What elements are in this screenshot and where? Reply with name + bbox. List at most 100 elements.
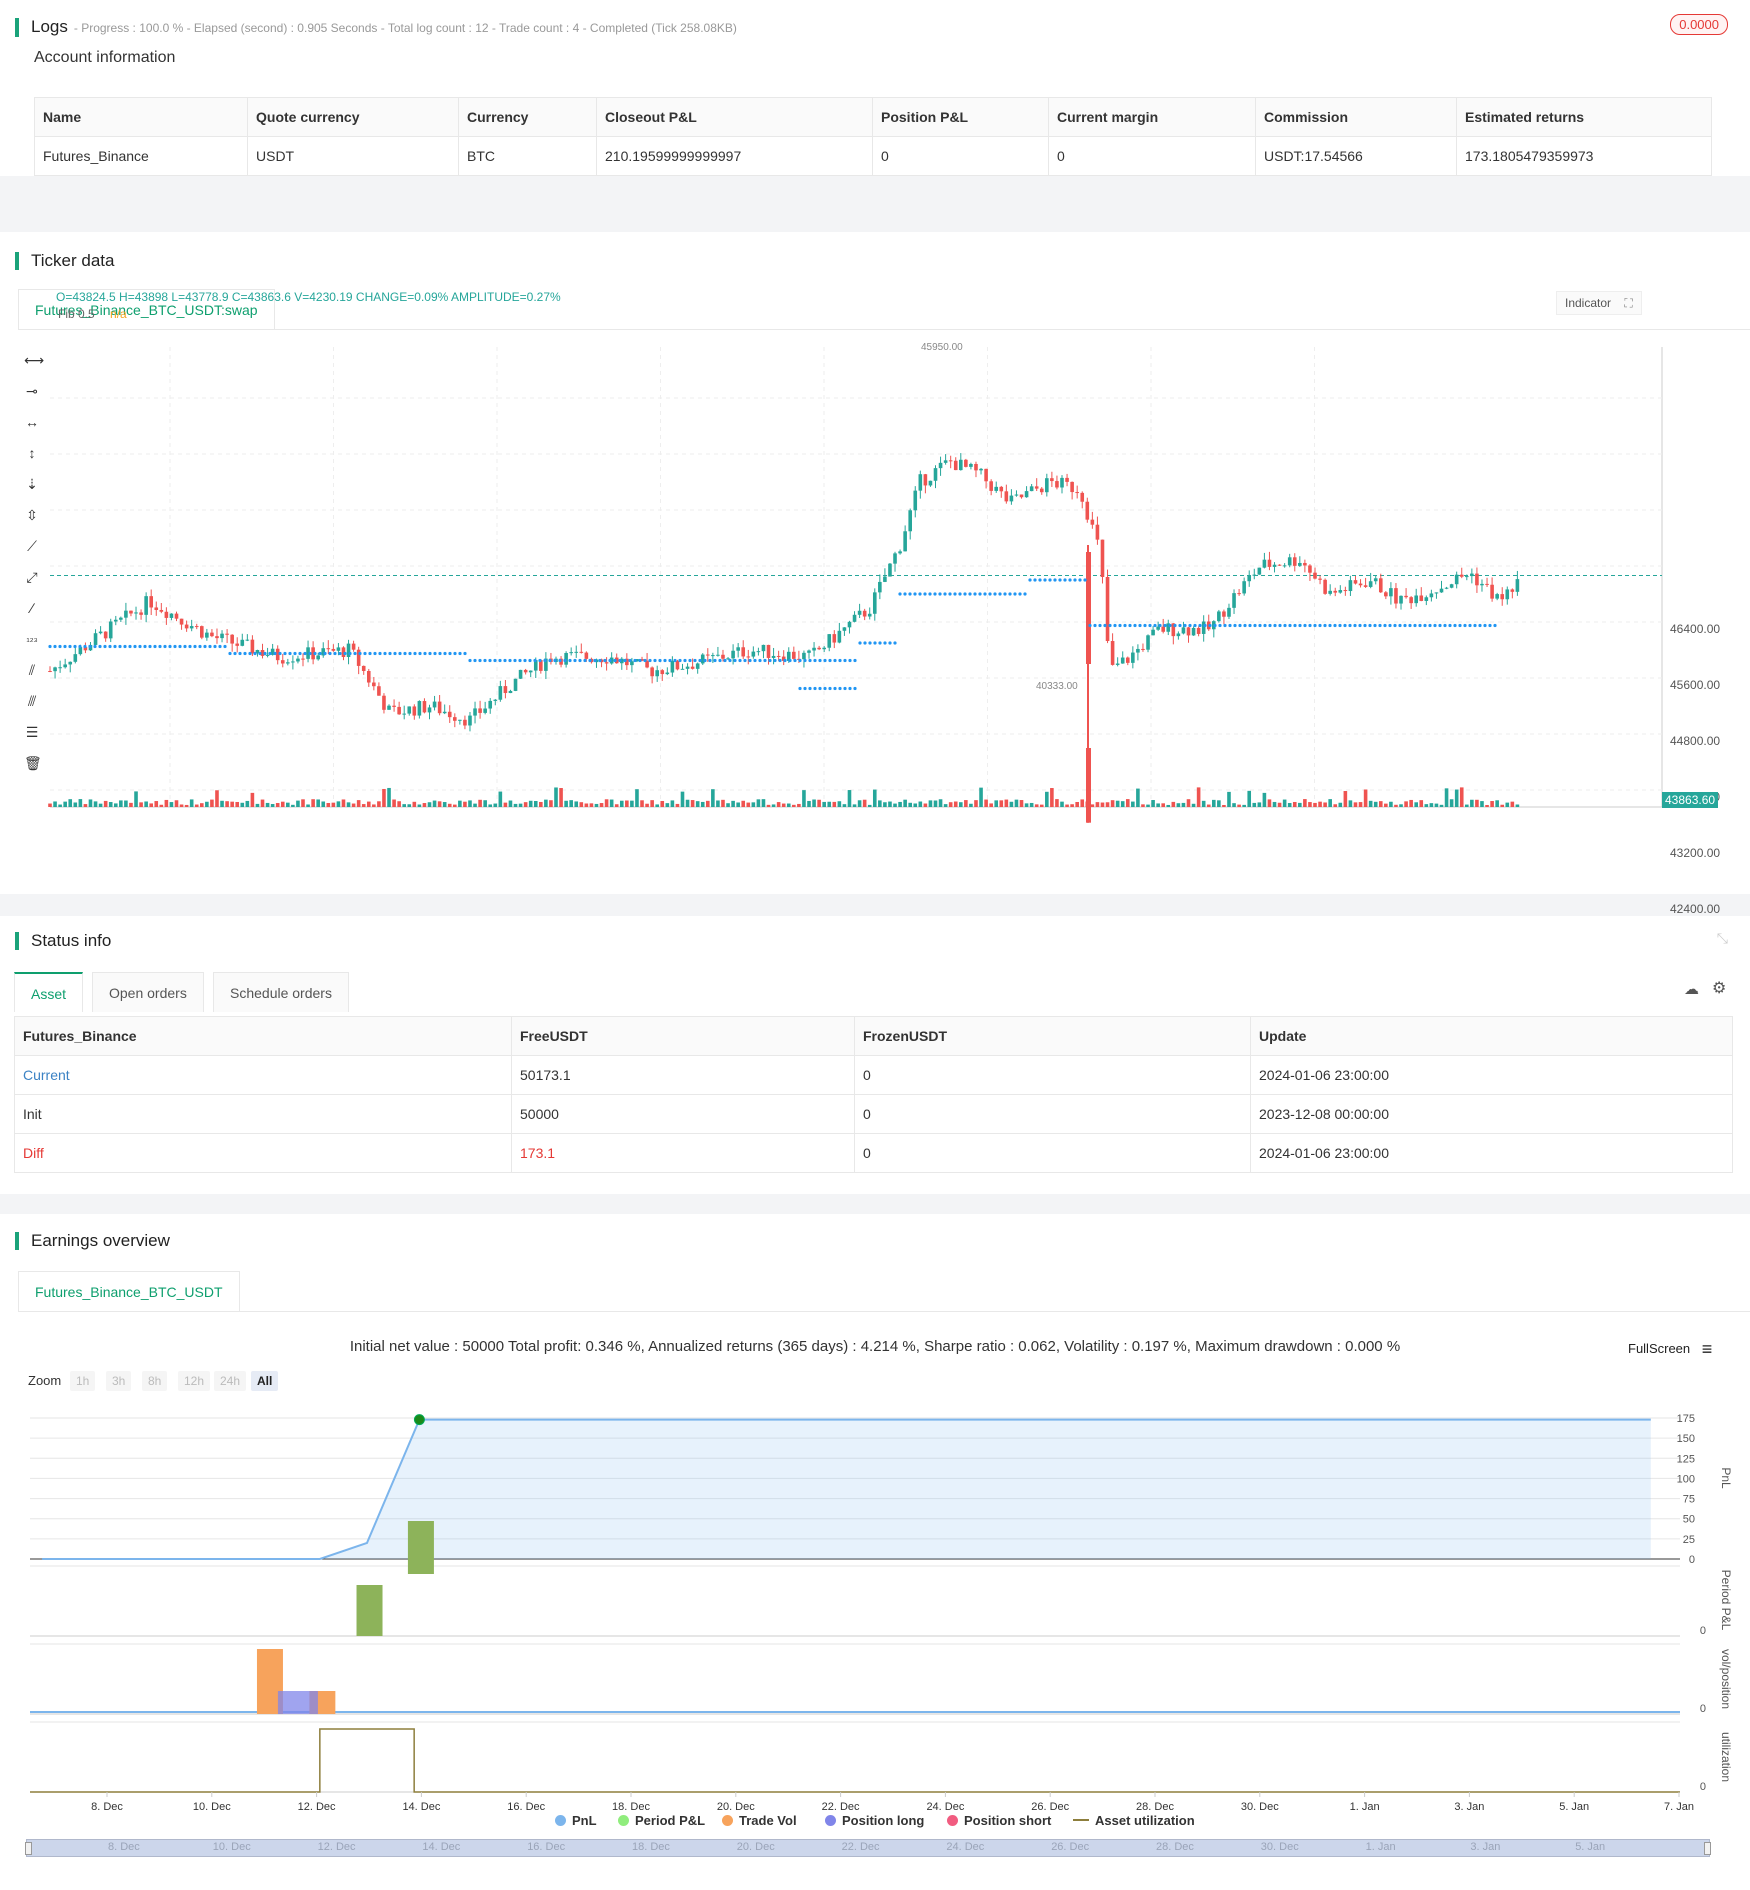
candle bbox=[1050, 471, 1054, 487]
tab-earnings-symbol[interactable]: Futures_Binance_BTC_USDT bbox=[18, 1271, 240, 1311]
volume-bar bbox=[508, 800, 513, 807]
tab-open-orders[interactable]: Open orders bbox=[92, 972, 204, 1012]
navigator-right-handle[interactable] bbox=[1704, 1842, 1711, 1855]
zoom-1h-button[interactable]: 1h bbox=[70, 1371, 96, 1391]
candle bbox=[842, 627, 847, 636]
candle bbox=[412, 704, 417, 720]
legend-item[interactable]: Period P&L bbox=[618, 1813, 705, 1828]
table-row: Futures_Binance USDT BTC 210.19599999999… bbox=[34, 136, 1712, 176]
legend-item[interactable]: Trade Vol bbox=[722, 1813, 797, 1828]
candle bbox=[761, 644, 766, 659]
fib-dot bbox=[78, 644, 82, 649]
zoom-8h-button[interactable]: 8h bbox=[142, 1371, 168, 1391]
candle bbox=[129, 610, 133, 617]
volume-bar bbox=[1014, 799, 1019, 807]
zoom-12h-button[interactable]: 12h bbox=[178, 1371, 211, 1391]
volume-bar bbox=[635, 789, 639, 807]
fib-dot bbox=[1178, 623, 1182, 628]
fib-dot bbox=[1483, 623, 1487, 628]
candle bbox=[458, 719, 462, 725]
cell: 0 bbox=[854, 1094, 1251, 1134]
volume-bar bbox=[736, 802, 740, 807]
tab-asset[interactable]: Asset bbox=[14, 972, 84, 1012]
volume-bar bbox=[1131, 801, 1135, 807]
tab-schedule-orders[interactable]: Schedule orders bbox=[213, 972, 349, 1012]
candle bbox=[356, 646, 361, 675]
navigator-date-label: 26. Dec bbox=[1051, 1841, 1090, 1853]
fib-dot bbox=[1278, 623, 1282, 628]
candle bbox=[93, 629, 98, 647]
volume-bar bbox=[1024, 803, 1029, 807]
volume-bar bbox=[230, 801, 234, 807]
fib-dot bbox=[208, 644, 212, 649]
volume-bar bbox=[948, 802, 953, 807]
candlestick-chart[interactable] bbox=[0, 347, 1750, 827]
fib-dot bbox=[823, 658, 827, 663]
candle bbox=[1434, 592, 1439, 599]
col-name: Name bbox=[34, 97, 248, 137]
upload-icon[interactable]: ☁ bbox=[1684, 980, 1699, 998]
zoom-3h-button[interactable]: 3h bbox=[106, 1371, 132, 1391]
cell: USDT:17.54566 bbox=[1255, 136, 1457, 176]
legend-item[interactable]: PnL bbox=[555, 1813, 597, 1828]
fib-dot bbox=[323, 651, 327, 656]
legend-item[interactable]: Position short bbox=[947, 1813, 1051, 1828]
candle bbox=[58, 660, 62, 673]
menu-icon[interactable]: ≡ bbox=[1702, 1339, 1713, 1359]
volume-bar bbox=[928, 800, 933, 807]
fullscreen-button[interactable]: FullScreen ≡ bbox=[1628, 1339, 1712, 1360]
volume-bar bbox=[1505, 802, 1510, 807]
fib-dot bbox=[1313, 623, 1317, 628]
fib-dot bbox=[368, 651, 372, 656]
fib-dot bbox=[738, 658, 742, 663]
fib-dot bbox=[473, 658, 477, 663]
volume-bar bbox=[78, 799, 83, 807]
volume-bar bbox=[200, 803, 204, 807]
volume-bar bbox=[103, 800, 108, 807]
fib-dot bbox=[93, 644, 97, 649]
navigator[interactable]: 8. Dec 10. Dec 12. Dec 14. Dec 16. Dec 18. De… bbox=[25, 1839, 1711, 1857]
fib-dot bbox=[1338, 623, 1342, 628]
volume-bar bbox=[58, 804, 62, 807]
candle bbox=[1439, 580, 1444, 593]
settings-icon[interactable]: ⚙ bbox=[1712, 978, 1726, 998]
navigator-date-label: 12. Dec bbox=[317, 1841, 356, 1853]
volume-bar bbox=[655, 804, 659, 807]
indicator-button[interactable]: Indicator ⛶ bbox=[1556, 291, 1642, 315]
legend-item[interactable]: Asset utilization bbox=[1073, 1813, 1195, 1828]
volume-bar bbox=[1384, 803, 1388, 807]
volume-bar bbox=[255, 803, 260, 807]
volume-bar bbox=[88, 799, 93, 807]
candle bbox=[1095, 516, 1100, 545]
logs-title-text: Logs bbox=[31, 17, 68, 36]
collapse-icon[interactable]: ⤡ bbox=[1717, 930, 1728, 947]
fib-dot bbox=[1028, 578, 1032, 582]
legend-item[interactable]: Position long bbox=[825, 1813, 924, 1828]
fib-dot bbox=[513, 658, 517, 663]
navigator-left-handle[interactable] bbox=[25, 1842, 32, 1855]
fib-dot bbox=[948, 592, 952, 596]
fib-dot bbox=[838, 658, 842, 663]
zoom-all-button[interactable]: All bbox=[251, 1371, 279, 1391]
candle bbox=[1363, 577, 1368, 588]
candle bbox=[382, 693, 386, 714]
volume-bar bbox=[594, 803, 599, 807]
volume-bar bbox=[1237, 804, 1241, 807]
fib-label: Fib 0.5 bbox=[58, 307, 95, 321]
volume-bar bbox=[1358, 802, 1363, 807]
zoom-24h-button[interactable]: 24h bbox=[214, 1371, 247, 1391]
fib-dot bbox=[1068, 578, 1072, 582]
candle bbox=[948, 455, 953, 469]
volume-bar bbox=[93, 801, 98, 807]
volume-bar bbox=[1262, 792, 1267, 807]
fib-dot bbox=[218, 644, 222, 649]
fib-dot bbox=[848, 686, 852, 691]
expand-icon[interactable]: ⛶ bbox=[1624, 296, 1632, 310]
candle bbox=[103, 631, 108, 642]
fib-dot bbox=[533, 658, 537, 663]
fib-dot bbox=[1258, 623, 1262, 628]
fib-dot bbox=[1083, 578, 1087, 582]
candle bbox=[1292, 553, 1297, 572]
account-table: Name Quote currency Currency Closeout P&… bbox=[34, 97, 1712, 176]
volume-bar bbox=[1465, 804, 1469, 807]
